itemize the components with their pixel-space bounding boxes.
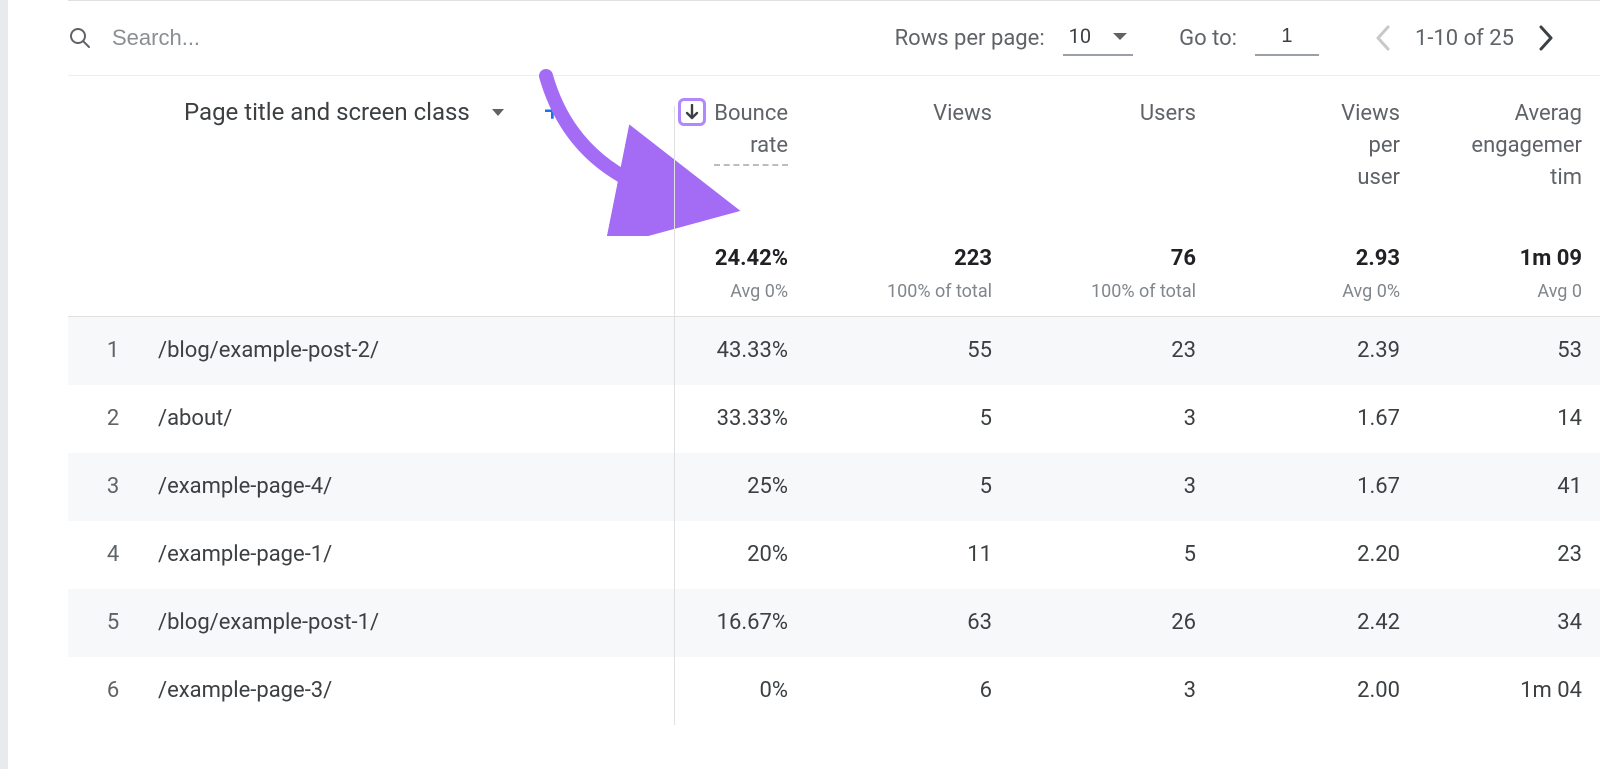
summary-bounce-sub: Avg 0% [606, 281, 788, 302]
summary-vpu: 2.93 [1214, 246, 1400, 271]
row-avg: 23 [1418, 542, 1600, 567]
table-row[interactable]: 3/example-page-4/25%531.6741 [68, 453, 1600, 521]
rows-per-page-label: Rows per page: [895, 26, 1045, 51]
row-index: 3 [68, 474, 158, 499]
dimension-label: Page title and screen class [184, 98, 470, 126]
column-header-line: tim [1471, 162, 1582, 194]
row-dimension[interactable]: /example-page-4/ [158, 474, 606, 499]
rows-per-page-select[interactable]: 10 [1063, 20, 1133, 56]
row-users: 3 [1010, 474, 1214, 499]
page-range-label: 1-10 of 25 [1415, 26, 1514, 51]
summary-avg-sub: Avg 0 [1418, 281, 1582, 302]
data-table: Page title and screen class + Bouncerate [68, 76, 1600, 725]
row-users: 26 [1010, 610, 1214, 635]
table-row[interactable]: 5/blog/example-post-1/16.67%63262.4234 [68, 589, 1600, 657]
table-toolbar: Rows per page: 10 Go to: 1-10 of 25 [68, 0, 1600, 76]
column-headers: Page title and screen class + Bouncerate [68, 76, 1600, 212]
summary-users-sub: 100% of total [1010, 281, 1196, 302]
summary-views: 223 [806, 246, 992, 271]
row-bounce: 16.67% [606, 610, 806, 635]
row-dimension[interactable]: /blog/example-post-1/ [158, 610, 606, 635]
left-edge [0, 0, 8, 769]
row-avg: 53 [1418, 338, 1600, 363]
row-vpu: 2.42 [1214, 610, 1418, 635]
row-users: 5 [1010, 542, 1214, 567]
row-index: 6 [68, 678, 158, 703]
row-bounce: 43.33% [606, 338, 806, 363]
row-dimension[interactable]: /example-page-3/ [158, 678, 606, 703]
table-body: 1/blog/example-post-2/43.33%55232.39532/… [68, 317, 1600, 725]
row-users: 3 [1010, 406, 1214, 431]
row-vpu: 1.67 [1214, 474, 1418, 499]
row-index: 4 [68, 542, 158, 567]
summary-users: 76 [1010, 246, 1196, 271]
row-views: 6 [806, 678, 1010, 703]
row-vpu: 2.39 [1214, 338, 1418, 363]
dimension-picker[interactable]: Page title and screen class + [158, 98, 606, 126]
goto-label: Go to: [1179, 26, 1237, 51]
next-page-button[interactable] [1532, 18, 1560, 58]
column-header-avg-engagement[interactable]: Averagengagemertim [1471, 98, 1582, 194]
sort-desc-button[interactable] [678, 98, 706, 126]
column-header-users[interactable]: Users [1140, 98, 1196, 130]
row-views: 5 [806, 474, 1010, 499]
row-index: 1 [68, 338, 158, 363]
table-row[interactable]: 4/example-page-1/20%1152.2023 [68, 521, 1600, 589]
row-vpu: 1.67 [1214, 406, 1418, 431]
column-header-line: rate [714, 130, 788, 162]
column-header-bounce[interactable]: Bouncerate [714, 98, 788, 166]
column-header-line: Users [1140, 98, 1196, 130]
row-views: 5 [806, 406, 1010, 431]
column-header-line: Views [1341, 98, 1400, 130]
column-header-line: Views [933, 98, 992, 130]
row-views: 55 [806, 338, 1010, 363]
row-users: 23 [1010, 338, 1214, 363]
goto-page-input[interactable] [1255, 21, 1319, 56]
column-header-line: Bounce [714, 98, 788, 130]
column-header-line: engagemer [1471, 130, 1582, 162]
row-dimension[interactable]: /example-page-1/ [158, 542, 606, 567]
row-bounce: 20% [606, 542, 806, 567]
row-avg: 14 [1418, 406, 1600, 431]
summary-views-sub: 100% of total [806, 281, 992, 302]
rows-per-page-value: 10 [1069, 24, 1091, 48]
row-vpu: 2.00 [1214, 678, 1418, 703]
summary-bounce: 24.42% [606, 246, 788, 271]
row-bounce: 33.33% [606, 406, 806, 431]
summary-avg: 1m 09 [1418, 246, 1582, 271]
column-header-line: Averag [1471, 98, 1582, 130]
column-header-views[interactable]: Views [933, 98, 992, 130]
row-dimension[interactable]: /blog/example-post-2/ [158, 338, 606, 363]
table-row[interactable]: 1/blog/example-post-2/43.33%55232.3953 [68, 317, 1600, 385]
row-users: 3 [1010, 678, 1214, 703]
row-avg: 1m 04 [1418, 678, 1600, 703]
add-dimension-button[interactable]: + [544, 102, 561, 122]
row-bounce: 0% [606, 678, 806, 703]
chevron-down-icon [1113, 33, 1127, 40]
row-index: 5 [68, 610, 158, 635]
row-views: 11 [806, 542, 1010, 567]
row-views: 63 [806, 610, 1010, 635]
column-header-line: per [1341, 130, 1400, 162]
chevron-down-icon [492, 109, 504, 116]
search-input[interactable] [110, 24, 370, 52]
search-icon [68, 26, 92, 50]
column-header-vpu[interactable]: Viewsperuser [1341, 98, 1400, 194]
summary-vpu-sub: Avg 0% [1214, 281, 1400, 302]
row-avg: 41 [1418, 474, 1600, 499]
row-index: 2 [68, 406, 158, 431]
summary-row: 24.42% Avg 0% 223 100% of total 76 100% … [68, 212, 1600, 317]
column-header-line: user [1341, 162, 1400, 194]
row-dimension[interactable]: /about/ [158, 406, 606, 431]
prev-page-button[interactable] [1369, 18, 1397, 58]
row-avg: 34 [1418, 610, 1600, 635]
table-row[interactable]: 6/example-page-3/0%632.001m 04 [68, 657, 1600, 725]
table-row[interactable]: 2/about/33.33%531.6714 [68, 385, 1600, 453]
row-vpu: 2.20 [1214, 542, 1418, 567]
row-bounce: 25% [606, 474, 806, 499]
